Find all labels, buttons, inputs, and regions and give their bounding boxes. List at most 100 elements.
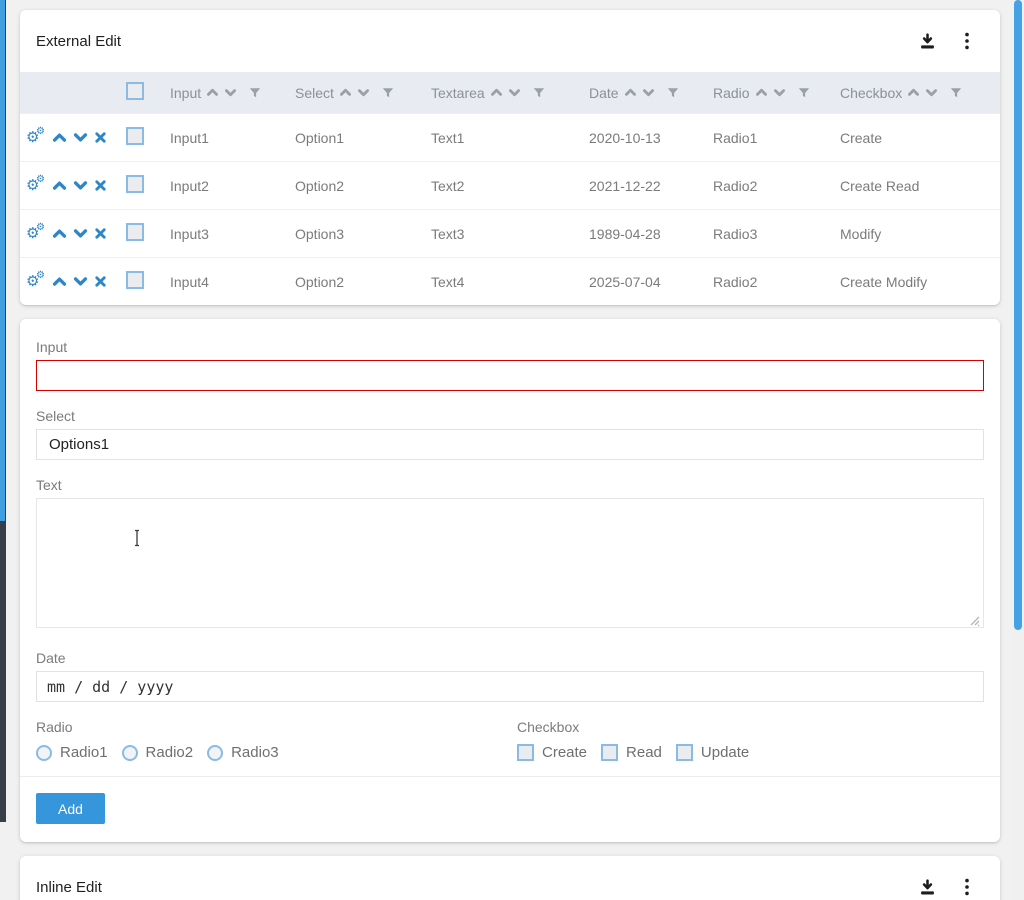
row-checkbox[interactable] <box>126 175 144 193</box>
move-up-icon[interactable] <box>52 226 67 241</box>
right-scrollbar-thumb[interactable] <box>1014 0 1022 630</box>
sort-asc-icon[interactable] <box>490 86 503 99</box>
settings-icon[interactable]: ⚙⚙ <box>26 225 46 243</box>
text-field[interactable] <box>36 498 984 628</box>
column-label: Textarea <box>431 85 485 101</box>
text-group: Text <box>36 477 984 633</box>
download-icon <box>919 879 936 896</box>
more-menu-button[interactable] <box>962 30 972 52</box>
select-all-checkbox[interactable] <box>126 82 144 100</box>
delete-x-icon[interactable] <box>94 227 107 240</box>
checkbox-option[interactable]: Read <box>601 744 662 761</box>
date-label: Date <box>36 650 984 666</box>
cell-select: Option3 <box>295 226 431 242</box>
download-button[interactable] <box>917 877 938 898</box>
radio-icon[interactable] <box>207 745 223 761</box>
row-checkbox[interactable] <box>126 223 144 241</box>
sort-desc-icon[interactable] <box>508 86 521 99</box>
cell-input: Input4 <box>170 274 295 290</box>
cell-select: Option2 <box>295 274 431 290</box>
settings-icon[interactable]: ⚙⚙ <box>26 273 46 291</box>
filter-icon[interactable] <box>533 87 545 99</box>
external-edit-header: External Edit <box>20 10 1000 72</box>
cell-textarea: Text3 <box>431 226 589 242</box>
table-row: ⚙⚙ Input1 Option1 Text1 2020-10-13 Radio… <box>20 113 1000 161</box>
resize-grip-icon[interactable] <box>967 613 981 627</box>
move-down-icon[interactable] <box>73 130 88 145</box>
radio-option-label: Radio1 <box>60 744 108 761</box>
sort-asc-icon[interactable] <box>624 86 637 99</box>
sort-asc-icon[interactable] <box>206 86 219 99</box>
text-label: Text <box>36 477 984 493</box>
delete-x-icon[interactable] <box>94 275 107 288</box>
settings-icon[interactable]: ⚙⚙ <box>26 177 46 195</box>
cell-radio: Radio2 <box>713 274 840 290</box>
radio-option[interactable]: Radio2 <box>122 744 194 761</box>
input-field[interactable] <box>36 360 984 391</box>
move-up-icon[interactable] <box>52 274 67 289</box>
filter-icon[interactable] <box>667 87 679 99</box>
checkbox-option[interactable]: Update <box>676 744 749 761</box>
date-group: Date <box>36 650 984 702</box>
add-button[interactable]: Add <box>36 793 105 824</box>
checkbox-icon[interactable] <box>676 744 693 761</box>
checkbox-icon[interactable] <box>517 744 534 761</box>
filter-icon[interactable] <box>249 87 261 99</box>
cell-select: Option2 <box>295 178 431 194</box>
page-content: External Edit Inpu <box>0 0 1024 900</box>
date-field[interactable] <box>36 671 984 702</box>
sort-desc-icon[interactable] <box>925 86 938 99</box>
move-down-icon[interactable] <box>73 226 88 241</box>
filter-icon[interactable] <box>950 87 962 99</box>
checkbox-option-label: Update <box>701 744 749 761</box>
radio-group: Radio Radio1 Radio2 Radio3 <box>36 719 517 761</box>
checkbox-icon[interactable] <box>601 744 618 761</box>
filter-icon[interactable] <box>382 87 394 99</box>
row-actions: ⚙⚙ <box>20 273 115 291</box>
column-header-radio: Radio <box>713 85 840 101</box>
move-down-icon[interactable] <box>73 274 88 289</box>
settings-icon[interactable]: ⚙⚙ <box>26 129 46 147</box>
sort-desc-icon[interactable] <box>642 86 655 99</box>
column-header-checkbox: Checkbox <box>840 85 1000 101</box>
sort-desc-icon[interactable] <box>357 86 370 99</box>
kebab-menu-icon <box>964 878 970 896</box>
filter-icon[interactable] <box>798 87 810 99</box>
move-up-icon[interactable] <box>52 178 67 193</box>
inline-edit-header: Inline Edit <box>20 856 1000 900</box>
sort-desc-icon[interactable] <box>224 86 237 99</box>
inline-edit-card: Inline Edit <box>20 856 1000 900</box>
checkbox-option[interactable]: Create <box>517 744 587 761</box>
sort-asc-icon[interactable] <box>907 86 920 99</box>
card-toolbar <box>917 876 972 898</box>
cell-select: Option1 <box>295 130 431 146</box>
sort-desc-icon[interactable] <box>773 86 786 99</box>
row-checkbox[interactable] <box>126 127 144 145</box>
cell-checkbox: Create Read <box>840 178 1000 194</box>
radio-icon[interactable] <box>122 745 138 761</box>
sort-asc-icon[interactable] <box>755 86 768 99</box>
cell-textarea: Text1 <box>431 130 589 146</box>
cell-checkbox: Create Modify <box>840 274 1000 290</box>
column-header-input: Input <box>170 85 295 101</box>
radio-option[interactable]: Radio3 <box>207 744 279 761</box>
cell-input: Input2 <box>170 178 295 194</box>
select-field[interactable]: Options1 <box>36 429 984 460</box>
delete-x-icon[interactable] <box>94 131 107 144</box>
left-scrollbar-thumb[interactable] <box>0 0 5 521</box>
cell-input: Input3 <box>170 226 295 242</box>
card-title: Inline Edit <box>36 879 917 896</box>
sort-asc-icon[interactable] <box>339 86 352 99</box>
move-down-icon[interactable] <box>73 178 88 193</box>
more-menu-button[interactable] <box>962 876 972 898</box>
radio-option[interactable]: Radio1 <box>36 744 108 761</box>
download-button[interactable] <box>917 31 938 52</box>
row-checkbox[interactable] <box>126 271 144 289</box>
move-up-icon[interactable] <box>52 130 67 145</box>
radio-icon[interactable] <box>36 745 52 761</box>
column-header-date: Date <box>589 85 713 101</box>
checkbox-option-label: Read <box>626 744 662 761</box>
external-edit-card: External Edit Inpu <box>20 10 1000 305</box>
delete-x-icon[interactable] <box>94 179 107 192</box>
text-cursor-icon <box>132 529 142 547</box>
